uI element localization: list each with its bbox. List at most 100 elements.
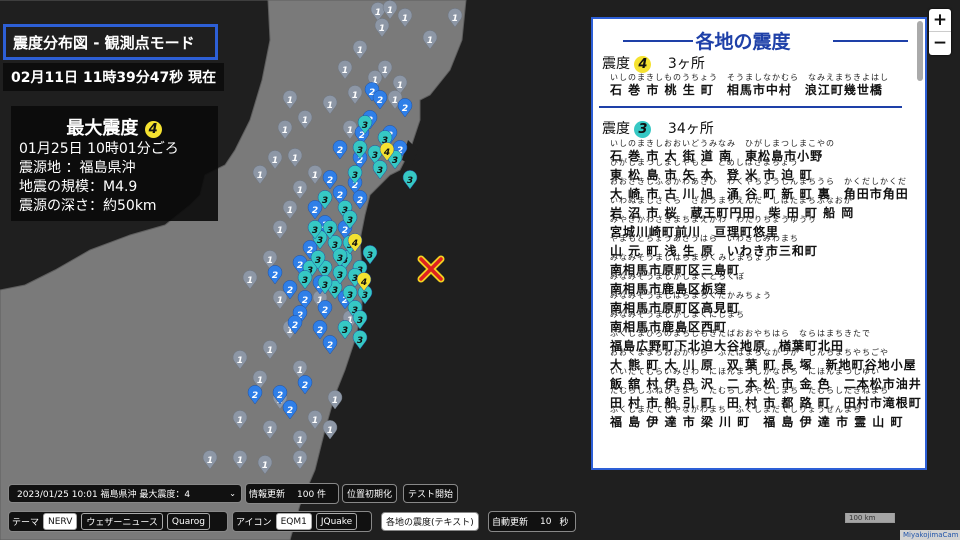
- station-intensity-label: 3: [357, 146, 363, 156]
- current-time: 02月11日 11時39分47秒 現在: [3, 63, 224, 91]
- station-intensity-label: 4: [360, 278, 367, 288]
- station-intensity-label: 2: [277, 391, 283, 401]
- station-intensity-label: 1: [277, 226, 283, 236]
- station-intensity-label: 3: [407, 176, 413, 186]
- quake-time: 01月25日 10時01分ごろ: [19, 141, 179, 157]
- section-intensity-4: 震度 4 3ヶ所: [602, 53, 705, 73]
- station-intensity-label: 1: [237, 456, 243, 466]
- station-intensity-label: 1: [287, 96, 293, 106]
- station-intensity-label: 1: [352, 91, 358, 101]
- station-intensity-label: 1: [282, 126, 288, 136]
- list-item: ふくしまだてしやながわまち ふくしまだてしりょうぜんまち福 島 伊 達 市 梁 …: [607, 405, 907, 429]
- station-intensity-label: 3: [347, 216, 353, 226]
- station-intensity-label: 1: [267, 426, 273, 436]
- station-intensity-label: 4: [383, 148, 390, 158]
- panel-scrollbar[interactable]: [917, 21, 923, 81]
- station-intensity-label: 2: [377, 96, 383, 106]
- auto-update-control[interactable]: 自動更新 10 秒: [488, 511, 576, 532]
- station-intensity-label: 1: [297, 436, 303, 446]
- icon-eqm1[interactable]: EQM1: [275, 513, 312, 530]
- title-rule-right: [833, 40, 908, 42]
- section-label: 震度: [602, 56, 630, 72]
- event-select-value: 2023/01/25 10:01 福島県沖 最大震度：4: [17, 490, 191, 500]
- station-intensity-label: 2: [357, 196, 363, 206]
- list-item: いいたてむらいみざわ にほんまつしかないろ にほんまつしゆい飯 舘 村 伊 丹 …: [607, 367, 921, 391]
- list-item: たむらしふねひきまち たむらしみやこじまち たむらしたきねまち田 村 市 船 引…: [607, 386, 921, 410]
- station-intensity-label: 1: [402, 14, 408, 24]
- station-intensity-label: 2: [302, 381, 308, 391]
- station-intensity-label: 2: [272, 271, 278, 281]
- station-intensity-label: 1: [267, 346, 273, 356]
- section-count: 34ヶ所: [667, 121, 714, 137]
- theme-nerv[interactable]: NERV: [43, 513, 78, 530]
- intensity-list-panel[interactable]: 各地の震度 震度 4 3ヶ所 いしのまきしものうちょう そうましなかむら なみえ…: [591, 17, 927, 470]
- station-intensity-label: 1: [257, 171, 263, 181]
- station-intensity-label: 3: [362, 291, 368, 301]
- text-view-button[interactable]: 各地の震度(テキスト): [381, 512, 479, 531]
- station-intensity-label: 3: [337, 254, 343, 264]
- quake-depth: 震源の深さ：約50km: [19, 198, 157, 214]
- station-intensity-label: 2: [252, 391, 258, 401]
- region-names: 石 巻 市 桃 生 町 相馬市中村 浪江町幾世橋: [610, 83, 883, 97]
- icon-jquake[interactable]: JQuake: [315, 513, 358, 530]
- station-intensity-label: 2: [317, 326, 323, 336]
- station-intensity-label: 3: [347, 291, 353, 301]
- region-list-4: いしのまきしものうちょう そうましなかむら なみえまちきよはし 石 巻 市 桃 …: [607, 73, 907, 97]
- theme-label: テーマ: [12, 518, 40, 528]
- station-intensity-label: 3: [392, 156, 398, 166]
- list-item: みなみそうましかしまくとちくぼ 南相馬市鹿島区栃窪: [607, 272, 907, 296]
- station-intensity-label: 1: [397, 81, 403, 91]
- station-intensity-label: 2: [327, 341, 333, 351]
- reset-position-button[interactable]: 位置初期化: [342, 484, 398, 503]
- station-intensity-label: 1: [257, 376, 263, 386]
- map-scale: 100 km: [845, 513, 895, 523]
- map-credit[interactable]: MiyakojimaCam: [900, 530, 960, 540]
- list-item: みなみそうましはらまちくたかみちょう 南相馬市原町区高見町: [607, 291, 907, 315]
- station-intensity-label: 3: [342, 326, 348, 336]
- station-intensity-label: 3: [322, 281, 328, 291]
- info-update-control[interactable]: 情報更新 100 件: [245, 483, 339, 504]
- list-item: やまもとちょうあさうはら いわきしみわまち山 元 町 浅 生 原 いわき市三和町: [607, 234, 907, 258]
- station-intensity-label: 2: [322, 306, 328, 316]
- station-intensity-label: 1: [237, 356, 243, 366]
- region-names: 福 島 伊 達 市 梁 川 町 福 島 伊 達 市 霊 山 町: [610, 415, 904, 429]
- theme-quarog[interactable]: Quarog: [166, 513, 210, 530]
- event-select[interactable]: 2023/01/25 10:01 福島県沖 最大震度：4 ⌄: [8, 484, 242, 503]
- max-intensity-label: 最大震度: [66, 118, 139, 139]
- station-intensity-label: 3: [337, 271, 343, 281]
- zoom-control: + −: [929, 9, 951, 55]
- section-divider: [599, 106, 902, 108]
- list-item: おおさきしふるかわあさひ わくやちょうしんまちうら かくだしかくだ大 崎 市 古…: [607, 177, 908, 201]
- list-item: いわぬましさくら ざおうまちえんだ しばたまちふなおか岩 沼 市 桜 蔵王町円田…: [607, 196, 907, 220]
- info-update-label: 情報更新: [249, 490, 286, 500]
- station-intensity-label: 3: [372, 151, 378, 161]
- station-intensity-label: 2: [342, 226, 348, 236]
- intensity-3-badge: 3: [634, 120, 652, 138]
- station-intensity-label: 2: [287, 286, 293, 296]
- theme-weathernews[interactable]: ウェザーニュース: [81, 513, 163, 530]
- list-item: ふくしまひろのまちしもきたばおおやちはら ならはまちきたで 福島広野町下北迫大谷地…: [607, 329, 907, 353]
- chevron-down-icon: ⌄: [229, 489, 236, 498]
- list-item: みなみそうましかしまくにしまち 南相馬市鹿島区西町: [607, 310, 907, 334]
- info-update-count: 100 件: [297, 490, 327, 500]
- theme-group: テーマ NERV ウェザーニュース Quarog: [8, 511, 228, 532]
- station-intensity-label: 3: [352, 171, 358, 181]
- station-intensity-label: 1: [302, 116, 308, 126]
- intensity-4-badge: 4: [634, 55, 652, 73]
- station-intensity-label: 3: [322, 266, 328, 276]
- section-count: 3ヶ所: [667, 56, 705, 72]
- station-intensity-label: 1: [207, 456, 213, 466]
- station-intensity-label: 3: [327, 226, 333, 236]
- test-start-button[interactable]: テスト開始: [403, 484, 459, 503]
- station-intensity-label: 1: [272, 156, 278, 166]
- station-intensity-label: 1: [357, 46, 363, 56]
- station-intensity-label: 1: [267, 256, 273, 266]
- list-item: ひがしまつしましやもと とめしはさまちょう東 松 島 市 矢 本 登 米 市 迫…: [607, 158, 907, 182]
- station-intensity-label: 1: [347, 126, 353, 136]
- zoom-out-button[interactable]: −: [929, 32, 951, 54]
- station-intensity-label: 3: [322, 196, 328, 206]
- station-intensity-label: 3: [332, 286, 338, 296]
- list-item: みなみそうましはらまちくみしまちょう 南相馬市原町区三島町: [607, 253, 907, 277]
- zoom-in-button[interactable]: +: [929, 9, 951, 31]
- auto-update-label: 自動更新: [492, 518, 529, 528]
